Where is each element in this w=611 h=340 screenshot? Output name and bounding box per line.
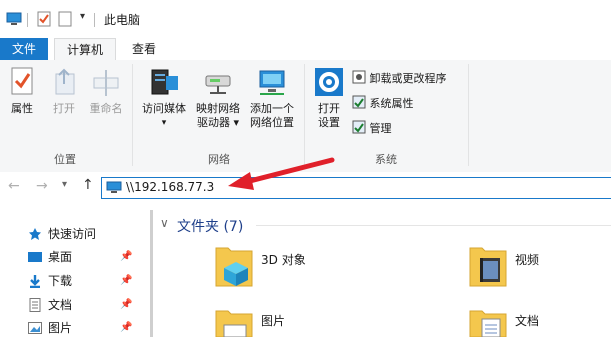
properties-label: 属性 bbox=[11, 102, 33, 115]
address-bar[interactable]: \\192.168.77.3 bbox=[101, 177, 611, 199]
sidebar-item-label: 桌面 bbox=[48, 250, 73, 264]
open-settings-label-1: 打开 bbox=[318, 102, 340, 115]
desktop-icon bbox=[28, 252, 42, 262]
forward-arrow-icon[interactable]: → bbox=[36, 178, 48, 194]
sidebar-item-label: 文档 bbox=[48, 298, 73, 312]
document-folder-icon bbox=[469, 310, 507, 338]
sidebar-item-documents[interactable]: 文档 📌 bbox=[0, 294, 150, 316]
system-properties-button[interactable]: 系统属性 bbox=[352, 95, 414, 113]
sidebar-item-label: 图片 bbox=[48, 321, 73, 335]
network-drive-icon bbox=[205, 75, 231, 94]
section-header[interactable]: 文件夹 (7) bbox=[177, 216, 243, 236]
folder-label: 图片 bbox=[261, 314, 286, 328]
system-properties-label: 系统属性 bbox=[369, 97, 414, 110]
properties-icon bbox=[11, 67, 33, 95]
sidebar-item-desktop[interactable]: 桌面 📌 bbox=[0, 246, 150, 268]
folder-label: 视频 bbox=[515, 253, 540, 267]
folder-documents[interactable] bbox=[468, 305, 508, 340]
pin-icon[interactable]: 📌 bbox=[120, 246, 132, 268]
document-icon bbox=[29, 298, 41, 312]
open-button[interactable]: 打开 bbox=[46, 66, 82, 116]
pin-icon[interactable]: 📌 bbox=[120, 270, 132, 292]
manage-button[interactable]: 管理 bbox=[352, 120, 392, 138]
window-title: 此电脑 bbox=[104, 13, 141, 27]
add-network-location-button[interactable]: 添加一个 网络位置 bbox=[246, 66, 298, 130]
folder-3d-objects[interactable] bbox=[214, 242, 254, 291]
title-bar: ▾ 此电脑 bbox=[0, 0, 611, 38]
computer-icon bbox=[6, 12, 22, 25]
3d-objects-folder-icon bbox=[215, 247, 253, 287]
ribbon-tab-bar: 文件 计算机 查看 bbox=[0, 38, 611, 62]
group-separator bbox=[468, 64, 469, 166]
pin-icon[interactable]: 📌 bbox=[120, 317, 132, 339]
map-drive-label-2: 驱动器 ▾ bbox=[196, 116, 240, 129]
access-media-button[interactable]: 访问媒体 ▾ bbox=[138, 66, 190, 130]
open-settings-button[interactable]: 打开 设置 bbox=[310, 66, 348, 130]
uninstall-label: 卸载或更改程序 bbox=[369, 72, 447, 85]
sidebar-item-downloads[interactable]: 下载 📌 bbox=[0, 270, 150, 292]
manage-label: 管理 bbox=[369, 122, 392, 135]
uninstall-program-button[interactable]: 卸载或更改程序 bbox=[352, 70, 447, 88]
section-collapse-chevron-icon[interactable]: ∨ bbox=[160, 216, 169, 230]
section-divider bbox=[256, 225, 611, 226]
tab-computer[interactable]: 计算机 bbox=[54, 38, 116, 62]
customize-qa-chevron-icon[interactable]: ▾ bbox=[80, 11, 85, 22]
group-separator bbox=[132, 64, 133, 166]
folder-label: 文档 bbox=[515, 314, 540, 328]
system-properties-icon bbox=[352, 95, 366, 109]
map-network-drive-button[interactable]: 映射网络 驱动器 ▾ bbox=[192, 66, 244, 130]
properties-button[interactable]: 属性 bbox=[4, 66, 40, 116]
media-server-icon bbox=[151, 69, 178, 95]
new-folder-qa-icon[interactable] bbox=[58, 11, 72, 27]
manage-icon bbox=[352, 120, 366, 134]
settings-gear-icon bbox=[315, 68, 343, 96]
pin-icon[interactable]: 📌 bbox=[120, 294, 132, 316]
recent-locations-chevron-icon[interactable]: ▾ bbox=[62, 179, 67, 190]
sidebar-item-pictures[interactable]: 图片 📌 bbox=[0, 317, 150, 339]
rename-icon bbox=[93, 70, 119, 96]
open-settings-label-2: 设置 bbox=[318, 116, 340, 129]
back-arrow-icon[interactable]: ← bbox=[8, 178, 20, 194]
video-folder-icon bbox=[469, 247, 507, 287]
tab-file[interactable]: 文件 bbox=[0, 38, 48, 60]
address-input[interactable]: \\192.168.77.3 bbox=[126, 180, 214, 194]
sidebar-item-quick-access[interactable]: 快速访问 bbox=[0, 223, 150, 245]
sidebar-item-label: 快速访问 bbox=[48, 227, 97, 241]
computer-icon bbox=[106, 181, 122, 193]
annotation-arrow bbox=[228, 157, 335, 190]
add-location-label-1: 添加一个 bbox=[250, 102, 294, 115]
star-icon bbox=[29, 228, 41, 240]
divider bbox=[94, 13, 95, 27]
download-icon bbox=[30, 275, 40, 288]
access-media-label: 访问媒体 bbox=[142, 102, 186, 115]
rename-button[interactable]: 重命名 bbox=[86, 66, 126, 116]
open-icon bbox=[55, 68, 75, 95]
access-media-dropdown-icon: ▾ bbox=[161, 118, 167, 128]
add-location-label-2: 网络位置 bbox=[250, 116, 294, 129]
map-drive-label-1: 映射网络 bbox=[196, 102, 240, 115]
up-arrow-icon[interactable]: ↑ bbox=[82, 177, 94, 193]
picture-folder-icon bbox=[215, 310, 253, 338]
group-location-label: 位置 bbox=[54, 153, 76, 166]
network-location-icon bbox=[259, 70, 285, 95]
picture-icon bbox=[28, 322, 42, 334]
tab-view[interactable]: 查看 bbox=[118, 38, 170, 60]
folder-videos[interactable] bbox=[468, 242, 508, 291]
open-label: 打开 bbox=[53, 102, 75, 115]
divider bbox=[27, 13, 28, 27]
rename-label: 重命名 bbox=[89, 102, 123, 115]
folder-label: 3D 对象 bbox=[261, 253, 306, 267]
folder-pictures[interactable] bbox=[214, 305, 254, 340]
uninstall-icon bbox=[352, 70, 366, 84]
sidebar-item-label: 下载 bbox=[48, 274, 73, 288]
sidebar-scrollbar[interactable] bbox=[150, 210, 153, 337]
properties-qa-icon[interactable] bbox=[37, 11, 51, 27]
